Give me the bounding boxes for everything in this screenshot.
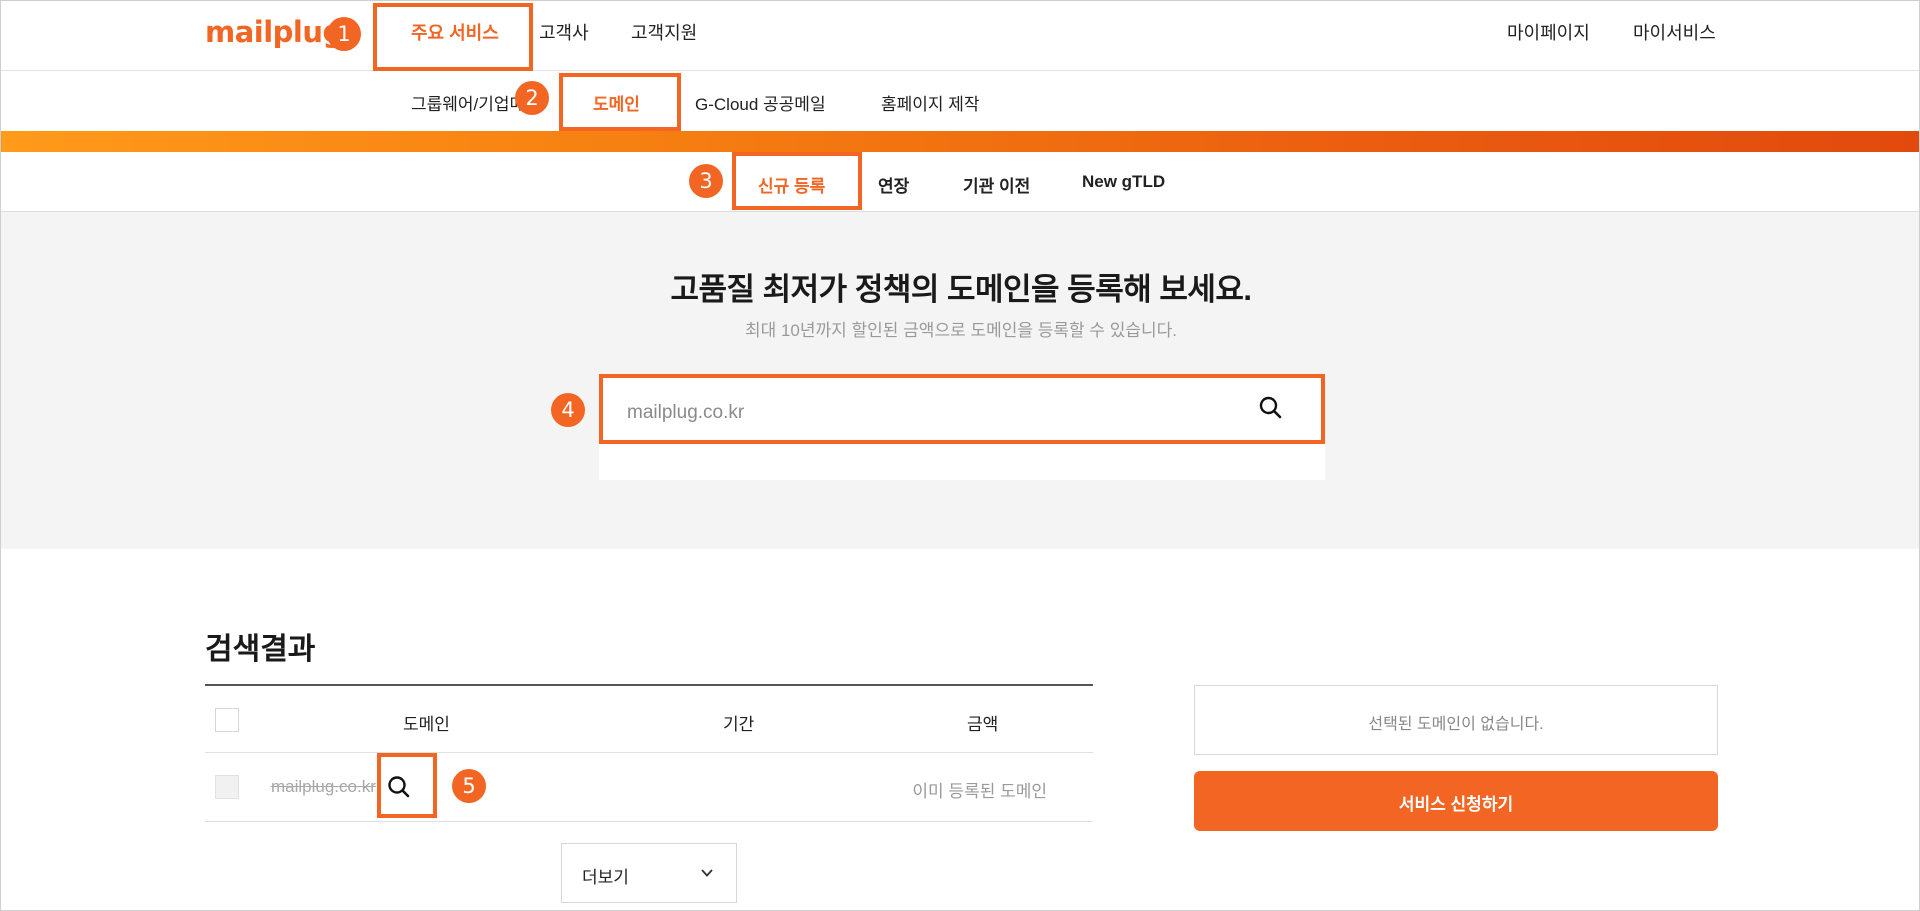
logo[interactable]: mailplug [205,15,343,49]
table-header: 도메인 기간 금액 [205,684,1093,753]
annotation-marker-4: 4 [551,393,585,427]
hero-subtitle: 최대 10년까지 할인된 금액으로 도메인을 등록할 수 있습니다. [744,321,1178,340]
tab-transfer[interactable]: 기관 이전 [963,172,1030,197]
highlight-box-1 [373,3,533,71]
subnav-gcloud[interactable]: G-Cloud 공공메일 [695,90,826,115]
accent-bar [1,131,1919,152]
more-button[interactable]: 더보기 [561,843,737,903]
apply-service-label: 서비스 신청하기 [1398,795,1514,814]
chevron-down-icon [700,866,714,880]
tab-renewal[interactable]: 연장 [878,172,909,197]
select-all-checkbox[interactable] [215,708,239,732]
results-title: 검색결과 [205,633,316,666]
nav-myservice[interactable]: 마이서비스 [1633,19,1716,45]
annotation-marker-3: 3 [689,164,723,198]
row-checkbox [215,775,239,799]
empty-selection-text: 선택된 도메인이 없습니다. [1368,716,1544,733]
table-row: mailplug.co.kr 이미 등록된 도메인 [205,753,1093,822]
tab-new-gtld[interactable]: New gTLD [1082,172,1165,192]
subnav-groupware[interactable]: 그룹웨어/기업메 [411,90,525,115]
column-period: 기간 [723,715,755,734]
nav-support[interactable]: 고객지원 [631,19,697,45]
apply-service-button[interactable]: 서비스 신청하기 [1194,771,1718,831]
results-table: 도메인 기간 금액 mailplug.co.kr 이미 등록된 도메인 [205,684,1093,822]
page: mailplug 주요 서비스 고객사 고객지원 마이페이지 마이서비스 그룹웨… [0,0,1920,911]
subnav-homepage[interactable]: 홈페이지 제작 [881,90,980,115]
annotation-marker-5: 5 [452,769,486,803]
selected-domains-box: 선택된 도메인이 없습니다. [1194,685,1718,755]
row-domain: mailplug.co.kr [271,777,376,796]
highlight-box-4 [599,374,1325,444]
highlight-box-2 [559,73,681,131]
row-status: 이미 등록된 도메인 [912,782,1047,801]
more-label: 더보기 [582,868,629,887]
column-price: 금액 [967,715,999,734]
column-domain: 도메인 [403,715,450,734]
nav-customers[interactable]: 고객사 [539,19,589,45]
highlight-box-5 [377,753,437,818]
annotation-marker-1: 1 [327,17,361,51]
highlight-box-3 [732,152,862,210]
sub-nav: 그룹웨어/기업메 도메인 G-Cloud 공공메일 홈페이지 제작 [1,71,1919,131]
domain-tabs: 신규 등록 연장 기관 이전 New gTLD [1,152,1919,212]
annotation-marker-2: 2 [515,81,549,115]
hero-title: 고품질 최저가 정책의 도메인을 등록해 보세요. [670,272,1252,307]
nav-mypage[interactable]: 마이페이지 [1507,19,1590,45]
top-nav: mailplug 주요 서비스 고객사 고객지원 마이페이지 마이서비스 [1,1,1919,71]
